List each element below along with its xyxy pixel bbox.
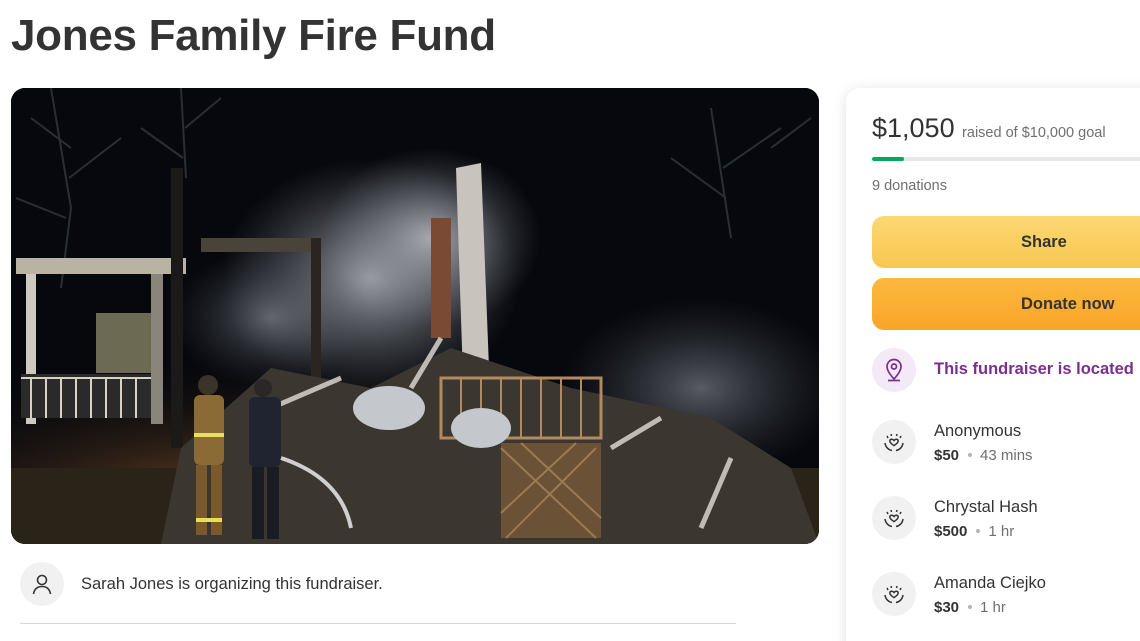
donor-meta: $500 1 hr — [934, 523, 1014, 540]
donation-count[interactable]: 9 donations — [872, 178, 947, 194]
amount-raised: $1,050 raised of $10,000 goal — [872, 112, 1106, 144]
separator-dot — [968, 453, 973, 458]
donor-time: 43 mins — [980, 447, 1033, 464]
heart-hands-icon — [872, 572, 916, 616]
fundraiser-hero-image[interactable] — [11, 88, 819, 544]
house-fire-photo — [11, 88, 819, 544]
progress-bar — [872, 157, 1140, 161]
page-title: Jones Family Fire Fund — [11, 11, 496, 60]
heart-hands-icon — [872, 496, 916, 540]
location-pin-icon — [872, 348, 916, 392]
donation-card: $1,050 raised of $10,000 goal 9 donation… — [846, 88, 1140, 641]
donor-meta: $30 1 hr — [934, 599, 1006, 616]
donor-time: 1 hr — [980, 599, 1006, 616]
separator-dot — [976, 529, 981, 534]
separator-dot — [968, 605, 973, 610]
donate-now-button[interactable]: Donate now — [872, 278, 1140, 330]
donor-name: Amanda Ciejko — [934, 574, 1046, 592]
donor-amount: $500 — [934, 523, 968, 540]
donor-item: Chrystal Hash $500 1 hr — [872, 496, 1140, 546]
person-icon — [20, 562, 64, 606]
donor-meta: $50 43 mins — [934, 447, 1033, 464]
donor-amount: $50 — [934, 447, 960, 464]
donor-time: 1 hr — [988, 523, 1015, 540]
organizer-text: Sarah Jones is organizing this fundraise… — [81, 575, 383, 593]
organizer-row: Sarah Jones is organizing this fundraise… — [20, 562, 736, 624]
location-text[interactable]: This fundraiser is located — [934, 360, 1134, 379]
goal-text: raised of $10,000 goal — [962, 125, 1106, 141]
progress-fill — [872, 157, 904, 161]
share-button[interactable]: Share — [872, 216, 1140, 268]
donor-item: Anonymous $50 43 mins — [872, 420, 1140, 470]
heart-hands-icon — [872, 420, 916, 464]
donor-amount: $30 — [934, 599, 960, 616]
raised-amount: $1,050 — [872, 113, 955, 143]
donor-item: Amanda Ciejko $30 1 hr — [872, 572, 1140, 622]
donor-name: Chrystal Hash — [934, 498, 1038, 516]
donor-name: Anonymous — [934, 422, 1022, 440]
